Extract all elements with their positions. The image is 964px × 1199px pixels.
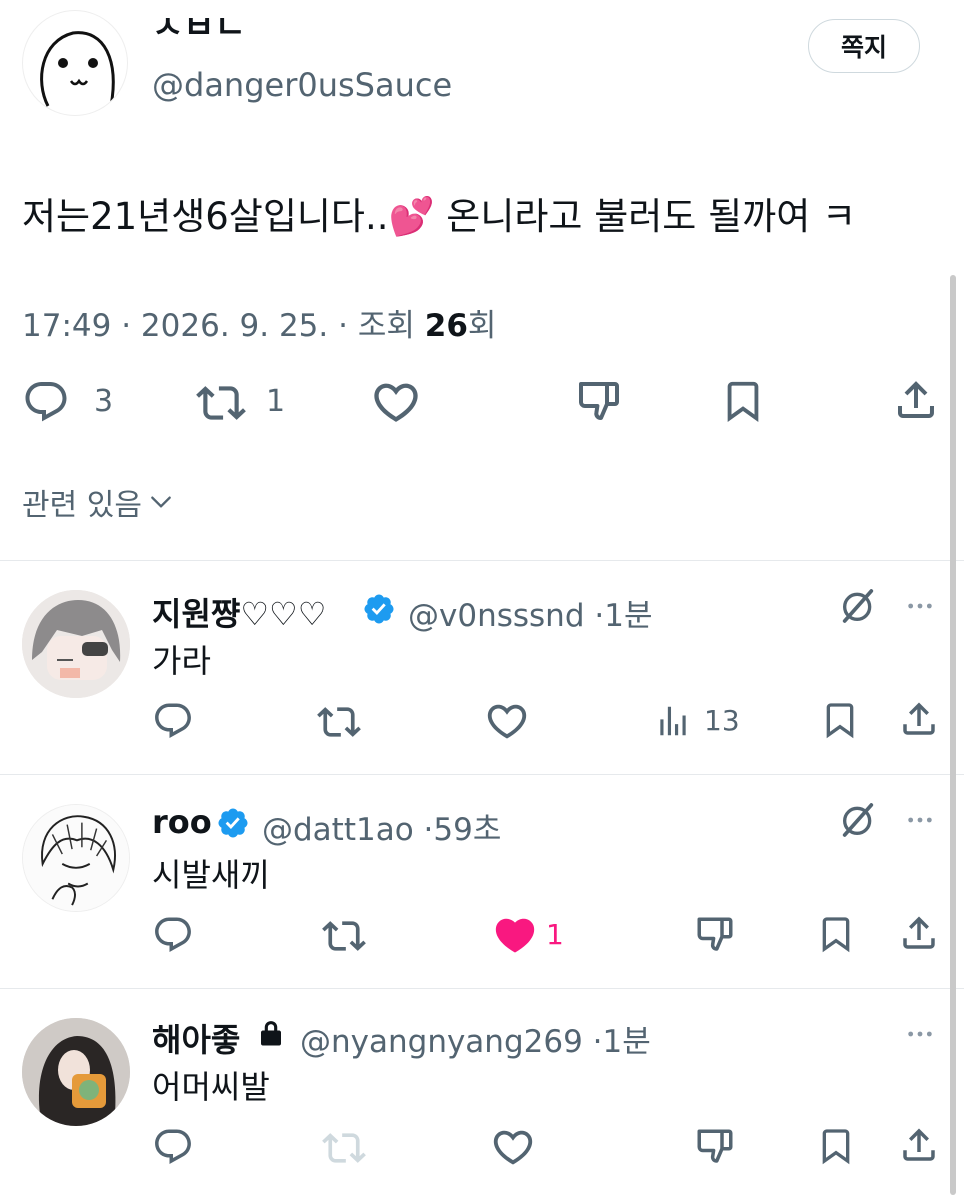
reply-avatar[interactable] <box>22 804 130 912</box>
reply-time[interactable]: 1분 <box>604 598 652 634</box>
bookmark-icon[interactable] <box>816 1126 856 1166</box>
sort-label: 관련 있음 <box>22 488 142 523</box>
post-date[interactable]: 2026. 9. 25. <box>141 308 328 344</box>
post-text-part2: 온니라고 불러도 될까여 ㅋ <box>434 195 857 238</box>
retweet-icon[interactable] <box>322 914 366 958</box>
views-count: 13 <box>704 704 740 737</box>
reply-text: 어머씨발 <box>152 1068 270 1106</box>
share-icon[interactable] <box>898 698 940 740</box>
views-label: 조회 <box>357 308 415 344</box>
verified-icon <box>362 592 396 626</box>
bookmark-icon[interactable] <box>820 700 860 740</box>
reply-icon[interactable] <box>152 700 194 742</box>
reply-meta: @datt1ao ·59초 <box>262 804 501 849</box>
reply-text: 시발새끼 <box>152 856 270 894</box>
sep: · <box>594 598 605 634</box>
like-icon[interactable] <box>490 1124 536 1170</box>
reply-meta: @v0nsssnd ·1분 <box>408 590 652 635</box>
sep: · <box>592 1024 603 1060</box>
reply-avatar[interactable] <box>22 590 130 698</box>
sep: · <box>121 308 132 344</box>
retweet-count: 1 <box>266 384 286 419</box>
reply-name[interactable]: 지원쨩♡♡♡ <box>152 589 326 635</box>
lock-icon <box>256 1018 286 1048</box>
post-meta: 17:49 · 2026. 9. 25. · 조회 26회 <box>22 300 496 345</box>
sep: · <box>423 812 434 848</box>
share-icon[interactable] <box>898 1124 940 1166</box>
divider <box>0 560 964 561</box>
dislike-icon[interactable] <box>694 914 736 956</box>
more-icon[interactable] <box>900 1018 940 1050</box>
reply-icon[interactable] <box>152 1126 194 1168</box>
like-icon-filled[interactable] <box>492 912 538 958</box>
reply-avatar[interactable] <box>22 1018 130 1126</box>
author-name[interactable]: ㅅㅂㄴ <box>152 18 246 40</box>
grok-icon[interactable] <box>838 586 878 626</box>
reply-handle[interactable]: @v0nsssnd <box>408 598 585 634</box>
reply-count: 3 <box>94 384 114 419</box>
heart-emoji: 💕 <box>388 195 435 238</box>
views-count: 26 <box>424 308 468 344</box>
verified-icon <box>216 806 250 840</box>
dislike-icon[interactable] <box>694 1126 736 1168</box>
reply-meta: @nyangnyang269 ·1분 <box>300 1016 651 1061</box>
views-suffix: 회 <box>467 308 497 344</box>
dm-button[interactable]: 쪽지 <box>808 19 920 73</box>
reply-icon[interactable] <box>22 378 70 426</box>
more-icon[interactable] <box>900 804 940 836</box>
post-text-part1: 저는21년생6살입니다.. <box>22 195 389 238</box>
author-handle[interactable]: @danger0usSauce <box>152 66 452 104</box>
divider <box>0 774 964 775</box>
retweet-icon[interactable] <box>196 378 246 428</box>
reply-time[interactable]: 59초 <box>433 812 501 848</box>
scrollbar[interactable] <box>950 275 956 1195</box>
reply-handle[interactable]: @nyangnyang269 <box>300 1024 583 1060</box>
bookmark-icon[interactable] <box>816 914 856 954</box>
reply-icon[interactable] <box>152 914 194 956</box>
chevron-down-icon <box>148 489 174 515</box>
grok-icon[interactable] <box>838 800 878 840</box>
author-avatar[interactable] <box>22 10 128 116</box>
sort-dropdown[interactable]: 관련 있음 <box>22 480 174 524</box>
views-icon[interactable] <box>654 702 692 740</box>
divider <box>0 988 964 989</box>
like-icon[interactable] <box>484 698 530 744</box>
share-icon[interactable] <box>892 376 940 424</box>
sep: · <box>338 308 348 344</box>
like-icon[interactable] <box>370 376 422 428</box>
reply-time[interactable]: 1분 <box>603 1024 651 1060</box>
more-icon[interactable] <box>900 590 940 622</box>
reply-name[interactable]: roo <box>152 803 212 841</box>
post-text: 저는21년생6살입니다..💕 온니라고 불러도 될까여 ㅋ <box>22 186 856 240</box>
post-time[interactable]: 17:49 <box>22 308 111 344</box>
bookmark-icon[interactable] <box>720 378 766 424</box>
dislike-icon[interactable] <box>575 378 623 426</box>
reply-text: 가라 <box>152 642 211 680</box>
like-count: 1 <box>546 918 564 951</box>
share-icon[interactable] <box>898 912 940 954</box>
retweet-icon-disabled <box>322 1126 366 1170</box>
reply-name[interactable]: 해아좋 <box>152 1015 240 1061</box>
retweet-icon[interactable] <box>317 700 361 744</box>
reply-handle[interactable]: @datt1ao <box>262 812 414 848</box>
